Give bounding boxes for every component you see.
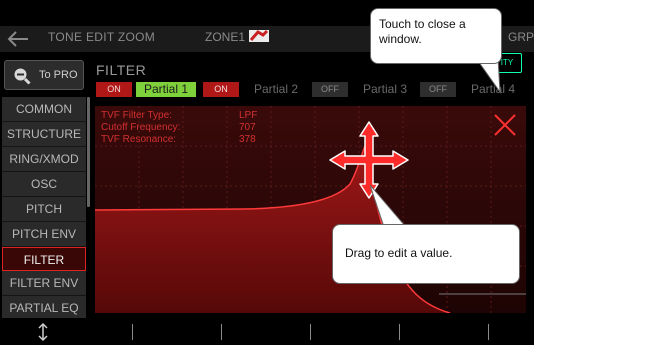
sidebar-item-filter-env[interactable]: FILTER ENV [2,271,86,296]
sidebar-item-common[interactable]: COMMON [2,97,86,122]
to-pro-button[interactable]: To PRO [4,60,84,90]
sidebar: COMMON STRUCTURE RING/XMOD OSC PITCH PIT… [2,97,86,321]
sidebar-item-filter[interactable]: FILTER [2,247,86,271]
partial-tab-3[interactable]: OFF Partial 3 [312,82,418,97]
knob-divider [132,324,133,340]
knob-divider [310,324,311,340]
to-pro-label: To PRO [39,69,78,81]
sidebar-item-osc[interactable]: OSC [2,172,86,197]
partial-2-label[interactable]: Partial 2 [245,82,307,97]
updown-arrow-icon[interactable] [36,322,50,342]
bottom-bar [0,318,534,345]
partial-tab-2[interactable]: ON Partial 2 [203,82,308,97]
partial-tab-1[interactable]: ON Partial 1 [96,82,201,97]
sidebar-scrollbar[interactable] [87,97,90,207]
partial-3-label[interactable]: Partial 3 [354,82,416,97]
knob-divider [399,324,400,340]
partial-4-switch[interactable]: OFF [420,82,456,97]
sidebar-item-structure[interactable]: STRUCTURE [2,122,86,147]
param-filter-type-label: TVF Filter Type: [101,110,172,121]
keyboard-zone-icon [249,29,269,42]
param-cutoff-label: Cutoff Frequency: [101,122,181,133]
callout-pointer-close [475,58,501,94]
back-arrow-icon[interactable] [4,28,32,50]
knob-divider [221,324,222,340]
section-title: FILTER [96,62,147,78]
group-label: GRP [508,30,534,44]
knob-divider [488,324,489,340]
partial-3-switch[interactable]: OFF [312,82,348,97]
callout-close-window: Touch to close a window. [370,8,502,64]
partial-1-label[interactable]: Partial 1 [136,82,196,97]
partial-2-switch[interactable]: ON [203,82,239,97]
sidebar-item-pitch-env[interactable]: PITCH ENV [2,222,86,247]
header-title: TONE EDIT ZOOM [48,30,156,44]
sidebar-item-ring-xmod[interactable]: RING/XMOD [2,147,86,172]
callout-close-text: Touch to close a window. [379,17,466,46]
param-resonance-label: TVF Resonance: [101,134,177,145]
param-cutoff-value: 707 [239,122,256,133]
callout-drag-value: Drag to edit a value. [332,224,520,284]
zoom-out-icon [14,68,31,85]
close-x-icon[interactable] [493,113,517,137]
param-filter-type-value: LPF [239,110,258,121]
param-resonance-value: 378 [239,134,256,145]
zone-label: ZONE1 [205,30,246,44]
partial-1-switch[interactable]: ON [96,82,132,97]
sidebar-item-pitch[interactable]: PITCH [2,197,86,222]
callout-drag-text: Drag to edit a value. [345,246,453,260]
